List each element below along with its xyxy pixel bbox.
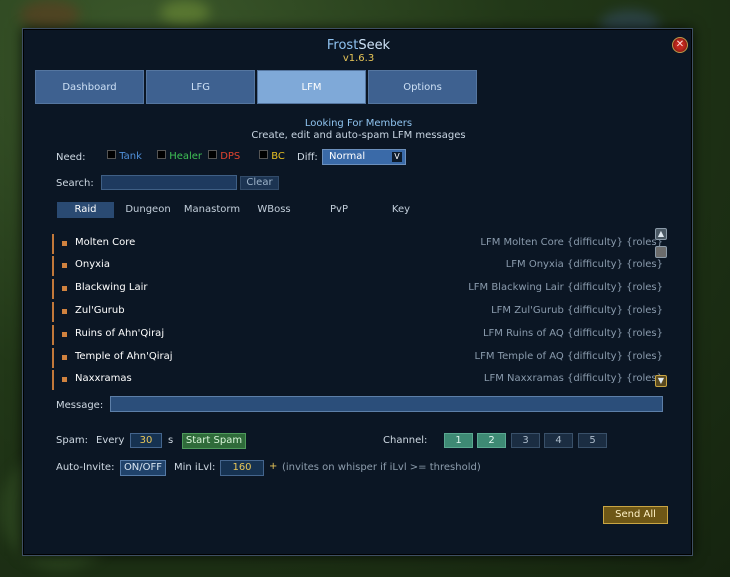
checkbox-box[interactable] <box>157 150 166 159</box>
category-wboss[interactable]: WBoss <box>249 202 299 218</box>
chevron-down-icon[interactable]: V <box>392 152 402 162</box>
bullet-icon <box>62 241 67 246</box>
bullet-icon <box>62 355 67 360</box>
list-item[interactable]: Naxxramas LFM Naxxramas {difficulty} {ro… <box>52 370 663 390</box>
scroll-thumb[interactable] <box>655 246 667 258</box>
raid-name: Molten Core <box>75 237 136 248</box>
tab-lfg[interactable]: LFG <box>146 70 255 104</box>
bullet-icon <box>62 377 67 382</box>
role-bc-checkbox[interactable]: BC <box>259 150 285 164</box>
raid-template: LFM Molten Core {difficulty} {roles} <box>480 237 663 248</box>
checkbox-box[interactable] <box>107 150 116 159</box>
row-accent <box>52 325 54 345</box>
category-pvp[interactable]: PvP <box>319 202 359 218</box>
send-all-button[interactable]: Send All <box>603 506 668 524</box>
role-healer-label: Healer <box>169 151 203 162</box>
list-item[interactable]: Blackwing Lair LFM Blackwing Lair {diffi… <box>52 279 663 299</box>
difficulty-value: Normal <box>329 151 366 162</box>
message-input[interactable] <box>110 396 663 412</box>
bullet-icon <box>62 263 67 268</box>
role-dps-label: DPS <box>220 151 241 162</box>
category-raid[interactable]: Raid <box>57 202 114 218</box>
raid-template: LFM Blackwing Lair {difficulty} {roles} <box>468 282 663 293</box>
raid-template: LFM Ruins of AQ {difficulty} {roles} <box>482 328 663 339</box>
channel-1-button[interactable]: 1 <box>444 433 473 448</box>
channel-label: Channel: <box>383 435 428 446</box>
category-manastorm[interactable]: Manastorm <box>179 202 245 218</box>
bullet-icon <box>62 309 67 314</box>
raid-template: LFM Onyxia {difficulty} {roles} <box>505 259 663 270</box>
addon-title: FrostSeek <box>326 38 391 53</box>
list-item[interactable]: Onyxia LFM Onyxia {difficulty} {roles} <box>52 256 663 276</box>
raid-name: Temple of Ahn'Qiraj <box>75 351 173 362</box>
tab-dashboard[interactable]: Dashboard <box>35 70 144 104</box>
spam-every-label: Every <box>96 435 125 446</box>
role-dps-checkbox[interactable]: DPS <box>208 150 240 164</box>
spam-label: Spam: <box>56 435 88 446</box>
raid-name: Naxxramas <box>75 373 132 384</box>
section-subtitle: Create, edit and auto-spam LFM messages <box>251 130 466 141</box>
role-healer-checkbox[interactable]: Healer <box>157 150 202 164</box>
checkbox-box[interactable] <box>208 150 217 159</box>
addon-version: v1.6.3 <box>342 53 375 64</box>
raid-template: LFM Naxxramas {difficulty} {roles} <box>483 373 663 384</box>
channel-3-button[interactable]: 3 <box>511 433 540 448</box>
section-title: Looking For Members <box>304 118 413 129</box>
raid-name: Ruins of Ahn'Qiraj <box>75 328 165 339</box>
list-item[interactable]: Zul'Gurub LFM Zul'Gurub {difficulty} {ro… <box>52 302 663 322</box>
checkbox-box[interactable] <box>259 150 268 159</box>
row-accent <box>52 302 54 322</box>
row-accent <box>52 370 54 390</box>
scroll-down-button[interactable]: ▼ <box>655 375 667 387</box>
difficulty-dropdown[interactable]: Normal V <box>322 149 406 165</box>
tab-options[interactable]: Options <box>368 70 477 104</box>
bullet-icon <box>62 286 67 291</box>
raid-name: Blackwing Lair <box>75 282 148 293</box>
search-input[interactable] <box>101 175 237 190</box>
role-tank-checkbox[interactable]: Tank <box>107 150 142 164</box>
raid-name: Zul'Gurub <box>75 305 125 316</box>
channel-5-button[interactable]: 5 <box>578 433 607 448</box>
diff-label: Diff: <box>297 152 318 163</box>
frostseek-window: FrostSeek v1.6.3 ✕ Dashboard LFG LFM Opt… <box>22 28 693 556</box>
chevron-up-icon: ▲ <box>657 229 665 238</box>
start-spam-button[interactable]: Start Spam <box>182 433 246 449</box>
list-item[interactable]: Molten Core LFM Molten Core {difficulty}… <box>52 234 663 254</box>
row-accent <box>52 348 54 368</box>
close-button[interactable]: ✕ <box>672 37 688 53</box>
chevron-down-icon: ▼ <box>657 376 665 385</box>
message-label: Message: <box>56 400 104 411</box>
close-icon: ✕ <box>675 39 685 50</box>
role-tank-label: Tank <box>119 151 142 162</box>
channel-4-button[interactable]: 4 <box>544 433 573 448</box>
clear-button[interactable]: Clear <box>240 176 279 190</box>
row-accent <box>52 256 54 276</box>
spam-unit-label: s <box>168 435 174 446</box>
row-accent <box>52 234 54 254</box>
auto-invite-toggle[interactable]: ON/OFF <box>120 460 166 476</box>
min-ilvl-label: Min iLvl: <box>174 462 216 473</box>
channel-2-button[interactable]: 2 <box>477 433 506 448</box>
list-item[interactable]: Temple of Ahn'Qiraj LFM Temple of AQ {di… <box>52 348 663 368</box>
row-accent <box>52 279 54 299</box>
bullet-icon <box>62 332 67 337</box>
auto-invite-hint: (invites on whisper if iLvl >= threshold… <box>282 462 481 473</box>
list-item[interactable]: Ruins of Ahn'Qiraj LFM Ruins of AQ {diff… <box>52 325 663 345</box>
category-key[interactable]: Key <box>381 202 421 218</box>
raid-template: LFM Zul'Gurub {difficulty} {roles} <box>491 305 663 316</box>
spam-interval-input[interactable]: 30 <box>130 433 162 448</box>
scroll-up-button[interactable]: ▲ <box>655 228 667 240</box>
min-ilvl-input[interactable]: 160 <box>220 460 264 476</box>
min-ilvl-plus: + <box>269 461 278 472</box>
category-dungeon[interactable]: Dungeon <box>120 202 176 218</box>
need-label: Need: <box>56 152 86 163</box>
role-bc-label: BC <box>271 151 285 162</box>
tab-lfm[interactable]: LFM <box>257 70 366 104</box>
auto-invite-label: Auto-Invite: <box>56 462 115 473</box>
raid-name: Onyxia <box>75 259 110 270</box>
raid-template: LFM Temple of AQ {difficulty} {roles} <box>474 351 663 362</box>
search-label: Search: <box>56 178 94 189</box>
